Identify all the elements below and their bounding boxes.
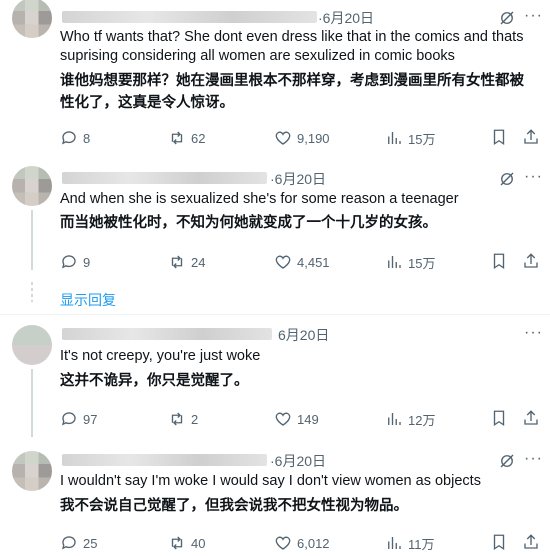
retweet-count: 40: [191, 535, 206, 551]
reply-button[interactable]: 97: [60, 409, 97, 429]
retweet-icon: [171, 536, 183, 550]
like-icon: [275, 255, 291, 269]
like-button[interactable]: 9,190: [274, 128, 330, 148]
like-button[interactable]: 6,012: [274, 533, 330, 553]
reply-icon: [61, 412, 76, 426]
tweet-text-en: Who tf wants that? She dont even dress l…: [60, 29, 524, 64]
share-icon[interactable]: [522, 533, 540, 551]
like-button[interactable]: 149: [274, 409, 319, 429]
tweet-text-zh: 我不会说自己觉醒了，但我会说我不把女性视为物品。: [60, 498, 408, 514]
tweet-date[interactable]: 6月20日: [278, 325, 329, 345]
avatar[interactable]: [12, 0, 52, 38]
reply-icon: [61, 536, 76, 550]
retweet-count: 62: [191, 130, 206, 146]
reply-icon: [61, 131, 76, 145]
views-icon: [388, 537, 401, 549]
tweet-actions: 8 62 9,190 15万: [60, 128, 540, 148]
retweet-count: 24: [191, 254, 206, 270]
reply-button[interactable]: 9: [60, 252, 90, 272]
views-icon: [388, 413, 401, 425]
views-button[interactable]: 11万: [385, 533, 435, 553]
more-icon[interactable]: ···: [524, 169, 543, 185]
reply-button[interactable]: 8: [60, 128, 90, 148]
retweet-icon: [171, 131, 183, 145]
tweet-date[interactable]: ·6月20日: [270, 169, 326, 189]
tweet-text-en: I wouldn't say I'm woke I would say I do…: [60, 473, 481, 489]
thread-line: [31, 369, 33, 437]
views-count: 15万: [408, 255, 436, 271]
tweet-actions: 25 40 6,012 11万: [60, 533, 540, 553]
retweet-icon: [171, 255, 183, 269]
tweet-text-zh: 这并不诡异，你只是觉醒了。: [60, 373, 249, 389]
tweet-text-zh: 谁他妈想要那样？她在漫画里根本不那样穿，考虑到漫画里所有女性都被性化了，这真是令…: [60, 73, 524, 111]
more-icon[interactable]: ···: [524, 451, 543, 467]
show-replies-link[interactable]: 显示回复: [60, 290, 116, 310]
like-button[interactable]: 4,451: [274, 252, 330, 272]
like-icon: [275, 131, 291, 145]
more-icon[interactable]: ···: [524, 325, 543, 341]
reply-count: 25: [83, 535, 98, 551]
bookmark-icon[interactable]: [490, 409, 508, 427]
reply-count: 9: [83, 254, 91, 270]
tweet-date[interactable]: ·6月20日: [270, 451, 326, 471]
grok-icon[interactable]: [498, 9, 516, 27]
retweet-button[interactable]: 40: [168, 533, 205, 553]
thread-dots: [31, 282, 33, 302]
like-icon: [275, 412, 291, 426]
author-name-redacted[interactable]: [62, 172, 267, 184]
views-icon: [388, 256, 401, 268]
author-name-redacted[interactable]: [62, 11, 317, 23]
tweet-actions: 97 2 149 12万: [60, 409, 540, 429]
views-button[interactable]: 15万: [385, 128, 435, 148]
tweet-text-en: It's not creepy, you're just woke: [60, 348, 261, 364]
reply-count: 97: [83, 411, 98, 427]
author-name-redacted[interactable]: [62, 328, 272, 340]
retweet-button[interactable]: 24: [168, 252, 205, 272]
avatar[interactable]: [12, 325, 52, 365]
tweet-actions: 9 24 4,451 15万: [60, 252, 540, 272]
views-button[interactable]: 15万: [385, 252, 435, 272]
views-icon: [388, 132, 401, 144]
tweet-text-en: And when she is sexualized she's for som…: [60, 191, 459, 207]
bookmark-icon[interactable]: [490, 533, 508, 551]
author-name-redacted[interactable]: [62, 454, 267, 466]
like-icon: [275, 536, 291, 550]
tweet-1[interactable]: ·6月20日 ··· Who tf wants that? She dont e…: [0, 0, 550, 160]
more-icon[interactable]: ···: [524, 8, 543, 24]
like-count: 9,190: [297, 130, 330, 146]
reply-button[interactable]: 25: [60, 533, 97, 553]
retweet-icon: [171, 412, 183, 426]
grok-icon[interactable]: [498, 452, 516, 470]
share-icon[interactable]: [522, 128, 540, 146]
avatar[interactable]: [12, 451, 52, 491]
share-icon[interactable]: [522, 409, 540, 427]
retweet-button[interactable]: 62: [168, 128, 205, 148]
views-count: 15万: [408, 131, 436, 147]
thread-line: [31, 210, 33, 270]
like-count: 4,451: [297, 254, 330, 270]
tweet-date[interactable]: ·6月20日: [318, 8, 374, 28]
avatar[interactable]: [12, 166, 52, 206]
tweet-4[interactable]: ·6月20日 ··· I wouldn't say I'm woke I wou…: [0, 437, 550, 556]
views-count: 12万: [408, 412, 436, 428]
grok-icon[interactable]: [498, 170, 516, 188]
views-count: 11万: [408, 536, 435, 552]
tweet-text-zh: 而当她被性化时，不知为何她就变成了一个十几岁的女孩。: [60, 215, 437, 231]
tweet-3[interactable]: 6月20日 ··· It's not creepy, you're just w…: [0, 315, 550, 437]
like-count: 149: [297, 411, 319, 427]
share-icon[interactable]: [522, 252, 540, 270]
bookmark-icon[interactable]: [490, 252, 508, 270]
reply-icon: [61, 255, 76, 269]
reply-count: 8: [83, 130, 91, 146]
like-count: 6,012: [297, 535, 330, 551]
retweet-button[interactable]: 2: [168, 409, 198, 429]
bookmark-icon[interactable]: [490, 128, 508, 146]
tweet-2[interactable]: ·6月20日 ··· And when she is sexualized sh…: [0, 160, 550, 310]
retweet-count: 2: [191, 411, 199, 427]
views-button[interactable]: 12万: [385, 409, 435, 429]
